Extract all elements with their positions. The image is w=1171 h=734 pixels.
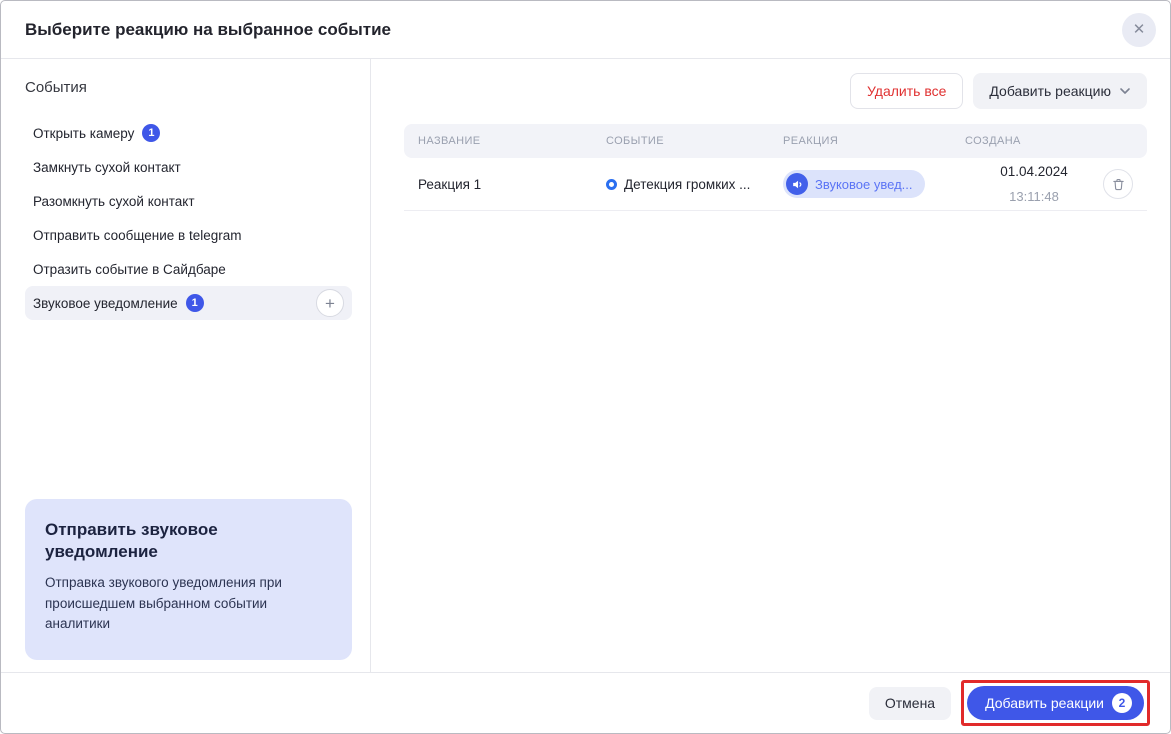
sidebar-item-label: Открыть камеру [33,125,135,141]
submit-count-badge: 2 [1112,693,1132,713]
annotation-highlight: Добавить реакции 2 [961,680,1150,726]
reaction-info-card: Отправить звуковое уведомление Отправка … [25,499,352,660]
sidebar-item-send-telegram[interactable]: Отправить сообщение в telegram [25,218,352,252]
reactions-table-header: НАЗВАНИЕ СОБЫТИЕ РЕАКЦИЯ СОЗДАНА [404,124,1147,158]
count-badge: 1 [185,294,204,312]
event-list: Открыть камеру 1 Замкнуть сухой контакт … [1,116,370,320]
reaction-cell: Звуковое увед... [771,170,953,198]
add-reaction-label: Добавить реакцию [989,83,1111,99]
column-header-event: СОБЫТИЕ [606,135,664,147]
sidebar-item-open-dry-contact[interactable]: Разомкнуть сухой контакт [25,184,352,218]
column-header-reaction: РЕАКЦИЯ [783,135,839,147]
column-header-created: СОЗДАНА [965,135,1021,147]
close-button[interactable]: ✕ [1122,12,1156,47]
sidebar-item-label: Отправить сообщение в telegram [33,227,242,243]
chevron-down-icon [1120,88,1130,94]
dialog-footer: Отмена Добавить реакции 2 [1,672,1170,733]
events-sidebar: События Открыть камеру 1 Замкнуть сухой … [1,59,371,672]
plus-icon: + [325,293,335,313]
delete-all-label: Удалить все [867,83,947,99]
close-icon: ✕ [1132,21,1146,38]
sidebar-item-open-camera[interactable]: Открыть камеру 1 [25,116,352,150]
events-sidebar-title: События [25,79,87,96]
page-title: Выберите реакцию на выбранное событие [25,19,391,39]
dialog-header: Выберите реакцию на выбранное событие ✕ [1,1,1170,59]
cancel-button[interactable]: Отмена [868,686,952,720]
event-cell: Детекция громких ... [594,177,771,192]
reactions-panel: Удалить все Добавить реакцию НАЗВАНИЕ СО… [371,59,1170,672]
submit-label: Добавить реакции [985,695,1104,711]
delete-row-button[interactable] [1103,169,1133,199]
info-card-description: Отправка звукового уведомления при проис… [45,575,282,631]
sidebar-item-label: Звуковое уведомление [33,295,178,311]
select-reaction-dialog: Выберите реакцию на выбранное событие ✕ … [0,0,1171,734]
created-time: 13:11:48 [1009,188,1059,204]
reaction-tag-label: Звуковое увед... [815,176,913,192]
reaction-tag[interactable]: Звуковое увед... [783,170,925,198]
add-reaction-dropdown-button[interactable]: Добавить реакцию [973,73,1147,109]
table-row: Реакция 1 Детекция громких ... Звуковое … [404,158,1147,211]
row-actions-cell [1103,169,1147,199]
sound-notification-icon [786,173,808,195]
column-header-name: НАЗВАНИЕ [418,135,481,147]
delete-all-button[interactable]: Удалить все [850,73,964,109]
sidebar-item-sound-notification[interactable]: Звуковое уведомление 1 + [25,286,352,320]
sidebar-item-close-dry-contact[interactable]: Замкнуть сухой контакт [25,150,352,184]
reactions-toolbar: Удалить все Добавить реакцию [404,73,1147,109]
sidebar-item-label: Разомкнуть сухой контакт [33,193,195,209]
cancel-label: Отмена [884,695,936,711]
sidebar-item-show-in-sidebar[interactable]: Отразить событие в Сайдбаре [25,252,352,286]
add-reaction-plus-button[interactable]: + [316,289,344,317]
trash-icon [1112,178,1124,190]
add-reactions-submit-button[interactable]: Добавить реакции 2 [967,686,1144,720]
info-card-title: Отправить звуковое уведомление [45,520,218,562]
event-ring-icon [606,178,617,190]
dialog-body: События Открыть камеру 1 Замкнуть сухой … [1,59,1170,672]
sidebar-item-label: Замкнуть сухой контакт [33,159,181,175]
reaction-name-cell: Реакция 1 [418,176,482,192]
created-cell: 01.04.2024 13:11:48 [953,163,1103,206]
sidebar-item-label: Отразить событие в Сайдбаре [33,261,226,277]
count-badge: 1 [142,124,161,142]
created-date: 01.04.2024 [1000,163,1068,179]
